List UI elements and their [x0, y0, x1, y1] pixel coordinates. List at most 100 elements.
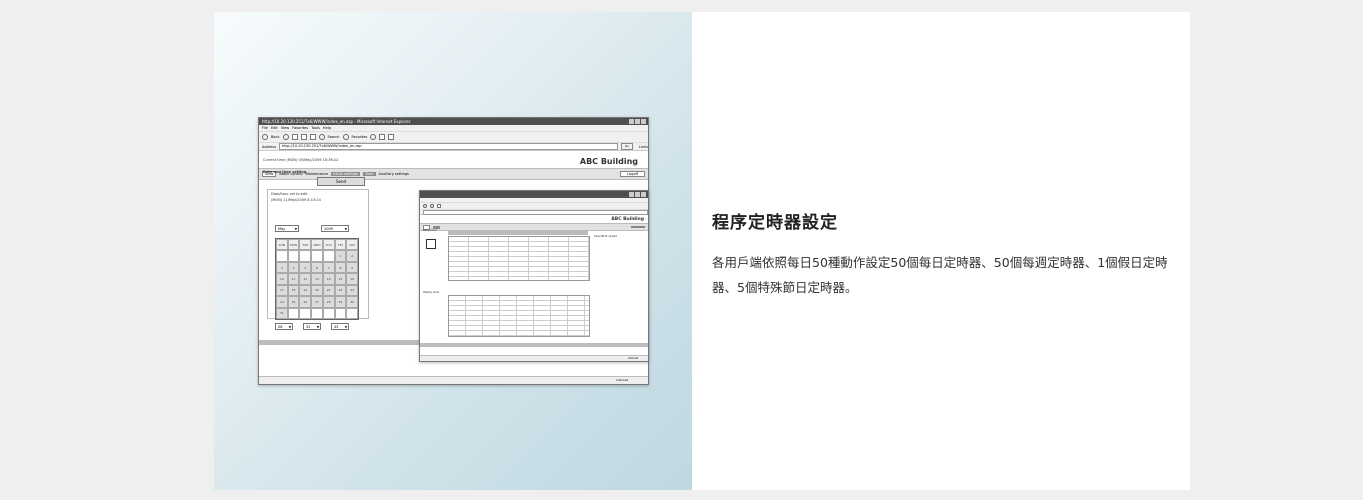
- calendar-weekday: FRI: [334, 239, 347, 251]
- print-icon[interactable]: [388, 134, 395, 140]
- nav-auxiliary-settings[interactable]: Auxiliary settings: [379, 172, 409, 176]
- hour-select[interactable]: 08: [275, 323, 293, 331]
- calendar-day[interactable]: 8: [334, 261, 347, 274]
- calendar-day[interactable]: 20: [311, 284, 323, 297]
- address-bar: [420, 209, 648, 215]
- weekly-timer-label: Weekly timer: [423, 291, 440, 294]
- calendar-day[interactable]: 1: [334, 250, 347, 262]
- calendar-day[interactable]: 5: [299, 261, 312, 274]
- calendar-day[interactable]: 22: [334, 284, 347, 297]
- links-label[interactable]: Links: [639, 145, 648, 149]
- window-controls: [629, 119, 646, 124]
- daily-timer-table[interactable]: [448, 236, 590, 281]
- stop-icon[interactable]: [291, 134, 298, 140]
- calendar-day[interactable]: 26: [299, 296, 312, 308]
- refresh-icon[interactable]: [437, 204, 441, 208]
- history-icon[interactable]: [370, 134, 377, 140]
- go-button[interactable]: Go: [621, 143, 633, 150]
- calendar-day[interactable]: 12: [299, 273, 312, 285]
- calendar-day[interactable]: 7: [322, 261, 335, 274]
- calendar-day: [322, 250, 335, 262]
- calendar-day[interactable]: 10: [276, 273, 288, 285]
- window-titlebar: [420, 191, 648, 198]
- home-icon[interactable]: [309, 134, 316, 140]
- calendar-day[interactable]: 18: [287, 284, 300, 297]
- second-select[interactable]: 45: [331, 323, 349, 331]
- date-time-setting-label: Date and time setting: [263, 170, 307, 174]
- calendar-day: [276, 250, 288, 262]
- calendar-day: [287, 307, 300, 319]
- calendar-day[interactable]: 17: [276, 284, 288, 297]
- calendar-day[interactable]: 21: [322, 284, 335, 297]
- select-edit-label[interactable]: Select/Edit update: [594, 235, 617, 238]
- favorites-label[interactable]: Favorites: [352, 135, 368, 139]
- calendar-day[interactable]: 27: [311, 296, 323, 308]
- calendar-day[interactable]: 13: [311, 273, 323, 285]
- calendar-day[interactable]: 30: [346, 296, 358, 308]
- calendar-weekday: TUE: [299, 239, 312, 251]
- address-input[interactable]: [423, 209, 648, 215]
- mail-icon[interactable]: [379, 134, 386, 140]
- timer-table-header: [448, 230, 588, 235]
- calendar-day[interactable]: 25: [287, 296, 300, 308]
- daily-timer-label: Daily timer: [423, 229, 437, 232]
- page-content: ABC Building View Batch control Maintena…: [259, 151, 648, 180]
- current-time: Current time (MON) 05/May/2009 10:36:22: [263, 158, 339, 162]
- close-icon[interactable]: [641, 192, 646, 197]
- nav-maintenance[interactable]: Maintenance: [306, 172, 329, 176]
- favorites-icon[interactable]: [342, 134, 349, 140]
- browser-toolbar: Back Search Favorites: [259, 132, 648, 143]
- close-icon[interactable]: [641, 119, 646, 124]
- calendar-day[interactable]: 28: [322, 296, 335, 308]
- feature-text: 程序定時器設定 各用戶端依照每日50種動作設定50個每日定時器、50個每週定時器…: [692, 12, 1190, 490]
- calendar-grid: SUN MON TUE WED THU FRI SAT 1 2 3 4 5 6 7 8 9 10 11 12 13 14…: [275, 238, 359, 320]
- forward-icon[interactable]: [430, 204, 434, 208]
- maximize-icon[interactable]: [635, 192, 640, 197]
- address-input[interactable]: http://10.20.130.251/Tx6/WWW/index_en.as…: [278, 143, 618, 150]
- minute-select[interactable]: 32: [303, 323, 321, 331]
- menu-bar[interactable]: File Edit View Favorites Tools Help: [259, 125, 648, 132]
- calendar-day[interactable]: 6: [311, 261, 323, 274]
- calendar-weekday: SUN: [276, 239, 288, 251]
- calendar-day[interactable]: 3: [276, 261, 288, 274]
- timer-select-box[interactable]: [426, 239, 436, 249]
- calendar-day[interactable]: 29: [334, 296, 347, 308]
- address-bar: Address http://10.20.130.251/Tx6/WWW/ind…: [259, 143, 648, 151]
- year-select[interactable]: 2009: [321, 225, 349, 233]
- calendar-day[interactable]: 9: [346, 261, 358, 274]
- calendar-weekday: WED: [311, 239, 323, 251]
- calendar-day[interactable]: 19: [299, 284, 312, 297]
- app-title: ABC Building: [611, 217, 644, 222]
- address-label: Address: [262, 144, 276, 149]
- calendar-day[interactable]: 16: [346, 273, 358, 285]
- minimize-icon[interactable]: [629, 192, 634, 197]
- calendar-day[interactable]: 31: [276, 307, 288, 319]
- search-icon[interactable]: [318, 134, 325, 140]
- calendar-day[interactable]: 2: [346, 250, 358, 262]
- calendar-day[interactable]: 15: [334, 273, 347, 285]
- back-icon[interactable]: [262, 134, 268, 140]
- send-button[interactable]: Send: [317, 177, 365, 186]
- window-title: http://10.20.130.251/Tx6/WWW/index_en.as…: [262, 119, 411, 124]
- nav-time[interactable]: Time: [362, 172, 376, 176]
- calendar-day[interactable]: 14: [322, 273, 335, 285]
- back-icon[interactable]: [423, 204, 427, 208]
- logout-button[interactable]: Logoff: [620, 171, 645, 177]
- maximize-icon[interactable]: [635, 119, 640, 124]
- month-select[interactable]: May: [275, 225, 299, 233]
- forward-icon[interactable]: [282, 134, 289, 140]
- calendar-day: [322, 307, 335, 319]
- calendar-day: [287, 250, 300, 262]
- feature-description: 各用戶端依照每日50種動作設定50個每日定時器、50個每週定時器、1個假日定時器…: [712, 255, 1168, 295]
- calendar-day[interactable]: 4: [287, 261, 300, 274]
- minimize-icon[interactable]: [629, 119, 634, 124]
- refresh-icon[interactable]: [300, 134, 307, 140]
- calendar-day[interactable]: 24: [276, 296, 288, 308]
- search-label[interactable]: Search: [328, 135, 340, 139]
- nav-initial-settings[interactable]: Initial settings: [331, 172, 360, 176]
- weekly-timer-table[interactable]: [448, 295, 590, 337]
- calendar-day[interactable]: 11: [287, 273, 300, 285]
- calendar-day[interactable]: 23: [346, 284, 358, 297]
- back-label[interactable]: Back: [271, 135, 280, 139]
- logout-button[interactable]: [631, 226, 645, 228]
